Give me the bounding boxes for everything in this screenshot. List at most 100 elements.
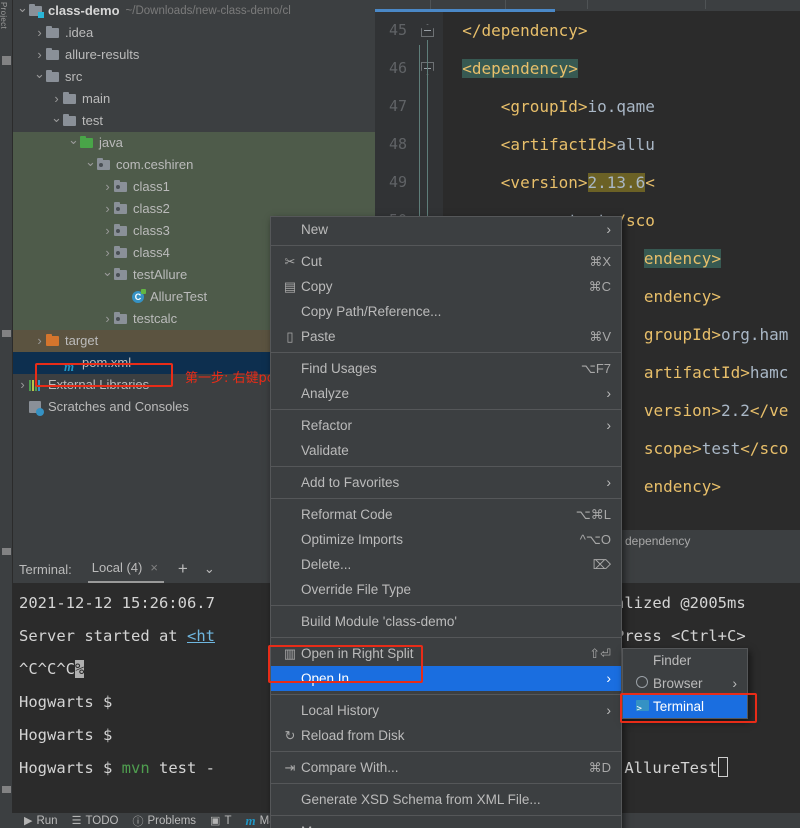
code-line[interactable]: <artifactId>allu bbox=[443, 126, 655, 164]
tree-node-label: main bbox=[82, 91, 111, 106]
tree-expander-icon[interactable] bbox=[85, 154, 96, 177]
tree-expander-icon[interactable] bbox=[17, 374, 28, 397]
package-icon bbox=[113, 311, 129, 327]
structure-icon[interactable] bbox=[2, 56, 11, 65]
status-item-todo[interactable]: ☰ TODO bbox=[72, 814, 119, 828]
code-line[interactable]: endency> bbox=[615, 468, 721, 506]
tree-expander-icon[interactable] bbox=[102, 308, 113, 331]
menu-separator bbox=[271, 815, 621, 816]
menu-item-override-file-type[interactable]: Override File Type bbox=[271, 577, 621, 602]
code-line[interactable]: <groupId>io.qame bbox=[443, 88, 655, 126]
menu-item-maven[interactable]: mMaven › bbox=[271, 819, 621, 828]
submenu-item-finder[interactable]: Finder bbox=[623, 649, 747, 672]
menu-item-delete[interactable]: Delete... ⌦ bbox=[271, 552, 621, 577]
tree-expander-icon[interactable] bbox=[34, 330, 45, 353]
code-line[interactable]: endency> bbox=[615, 240, 721, 278]
menu-item-generate-xsd-schema-from-xml-file[interactable]: Generate XSD Schema from XML File... bbox=[271, 787, 621, 812]
submenu-item-label: Browser bbox=[653, 676, 703, 691]
menu-item-shortcut: ⌘D bbox=[588, 760, 611, 775]
code-token: 2.2 bbox=[720, 401, 750, 420]
tree-node-class1[interactable]: class1 bbox=[13, 176, 375, 198]
menu-item-cut[interactable]: ✂ Cut ⌘X bbox=[271, 249, 621, 274]
menu-item-build-module-class-demo[interactable]: Build Module 'class-demo' bbox=[271, 609, 621, 634]
menu-item-optimize-imports[interactable]: Optimize Imports ^⌥O bbox=[271, 527, 621, 552]
tab-divider bbox=[587, 0, 588, 9]
status-item-run[interactable]: ▶ Run bbox=[24, 814, 58, 828]
tree-node-label: src bbox=[65, 69, 83, 84]
tree-expander-icon[interactable] bbox=[51, 110, 62, 133]
menu-item-paste[interactable]: ▯ Paste ⌘V bbox=[271, 324, 621, 349]
chevron-down-icon[interactable]: ⌄ bbox=[204, 561, 215, 577]
breadcrumb-item[interactable]: dependency bbox=[625, 534, 690, 548]
context-menu[interactable]: New › ✂ Cut ⌘X ▤ Copy ⌘C Copy Path/Reference... ▯… bbox=[270, 216, 622, 828]
submenu-item-browser[interactable]: Browser › bbox=[623, 672, 747, 695]
menu-item-copy[interactable]: ▤ Copy ⌘C bbox=[271, 274, 621, 299]
tree-expander-icon[interactable] bbox=[102, 220, 113, 243]
tree-node-class-demo[interactable]: class-demo ~/Downloads/new-class-demo/cl bbox=[13, 0, 375, 22]
tree-expander-icon[interactable] bbox=[17, 0, 28, 23]
terminal-tab-label: Local (4) bbox=[91, 560, 143, 575]
menu-item-label: Cut bbox=[301, 254, 323, 269]
tree-expander-icon[interactable] bbox=[34, 66, 45, 89]
editor-tab-strip[interactable] bbox=[375, 0, 800, 12]
menu-item-analyze[interactable]: Analyze › bbox=[271, 381, 621, 406]
module-folder-icon bbox=[28, 3, 44, 19]
tree-node-java[interactable]: java bbox=[13, 132, 375, 154]
toolstrip-label-project[interactable]: Project bbox=[0, 2, 8, 29]
favorites-icon[interactable] bbox=[2, 548, 11, 555]
tree-expander-icon[interactable] bbox=[68, 132, 79, 155]
tree-node-main[interactable]: main bbox=[13, 88, 375, 110]
tree-expander-icon[interactable] bbox=[102, 264, 113, 287]
code-line[interactable]: endency> bbox=[615, 278, 721, 316]
tree-node-src[interactable]: src bbox=[13, 66, 375, 88]
menu-item-shortcut: ⌘X bbox=[589, 254, 611, 269]
tree-node-.idea[interactable]: .idea bbox=[13, 22, 375, 44]
menu-item-local-history[interactable]: Local History › bbox=[271, 698, 621, 723]
run-icon: ▶ bbox=[24, 815, 33, 827]
tree-node-test[interactable]: test bbox=[13, 110, 375, 132]
menu-item-find-usages[interactable]: Find Usages ⌥F7 bbox=[271, 356, 621, 381]
tree-expander-icon[interactable] bbox=[102, 176, 113, 199]
maven-pom-icon: m bbox=[64, 359, 75, 374]
fold-marker-up-icon[interactable] bbox=[421, 24, 434, 37]
menu-item-reload-from-disk[interactable]: ↻ Reload from Disk bbox=[271, 723, 621, 748]
status-item-t[interactable]: ▣ T bbox=[210, 814, 231, 828]
close-icon[interactable]: × bbox=[150, 554, 158, 582]
tree-node-label: java bbox=[99, 135, 123, 150]
menu-item-open-in[interactable]: Open In › bbox=[271, 666, 621, 691]
menu-item-copy-path-reference[interactable]: Copy Path/Reference... bbox=[271, 299, 621, 324]
menu-item-refactor[interactable]: Refactor › bbox=[271, 413, 621, 438]
terminal-text[interactable]: <ht bbox=[187, 627, 215, 645]
left-tool-strip: Project bbox=[0, 0, 13, 828]
tree-expander-icon[interactable] bbox=[102, 198, 113, 221]
menu-item-compare-with[interactable]: ⇥ Compare With... ⌘D bbox=[271, 755, 621, 780]
code-line[interactable]: artifactId>hamc bbox=[615, 354, 789, 392]
tree-expander-icon[interactable] bbox=[51, 88, 62, 111]
code-token: </sco bbox=[740, 439, 789, 458]
code-line[interactable]: groupId>org.ham bbox=[615, 316, 789, 354]
terminal-text: alized @2005ms bbox=[615, 594, 746, 612]
menu-item-add-to-favorites[interactable]: Add to Favorites › bbox=[271, 470, 621, 495]
tree-expander-icon[interactable] bbox=[34, 44, 45, 67]
submenu-item-terminal[interactable]: Terminal bbox=[623, 695, 747, 721]
tree-node-allure-results[interactable]: allure-results bbox=[13, 44, 375, 66]
menu-item-reformat-code[interactable]: Reformat Code ⌥⌘L bbox=[271, 502, 621, 527]
menu-item-new[interactable]: New › bbox=[271, 217, 621, 242]
code-line[interactable]: scope>test</sco bbox=[615, 430, 789, 468]
tree-expander-icon[interactable] bbox=[102, 242, 113, 265]
menu-item-open-in-right-split[interactable]: ▥ Open in Right Split ⇧⏎ bbox=[271, 641, 621, 666]
code-line[interactable]: </dependency> bbox=[443, 12, 587, 50]
menu-item-shortcut: ⌘C bbox=[588, 279, 611, 294]
tree-node-com.ceshiren[interactable]: com.ceshiren bbox=[13, 154, 375, 176]
code-line[interactable]: version>2.2</ve bbox=[615, 392, 789, 430]
status-item-problems[interactable]: ⓘ Problems bbox=[132, 813, 196, 828]
open-in-submenu[interactable]: Finder Browser › Terminal bbox=[622, 648, 748, 721]
code-line[interactable]: <version>2.13.6< bbox=[443, 164, 655, 202]
terminal-tab-local[interactable]: Local (4) × bbox=[87, 554, 164, 583]
bookmarks-icon[interactable] bbox=[2, 330, 11, 337]
add-terminal-icon[interactable]: + bbox=[178, 559, 188, 579]
menu-item-validate[interactable]: Validate bbox=[271, 438, 621, 463]
code-line[interactable]: <dependency> bbox=[443, 50, 578, 88]
todo-strip-icon[interactable] bbox=[2, 786, 11, 793]
tree-expander-icon[interactable] bbox=[34, 22, 45, 45]
